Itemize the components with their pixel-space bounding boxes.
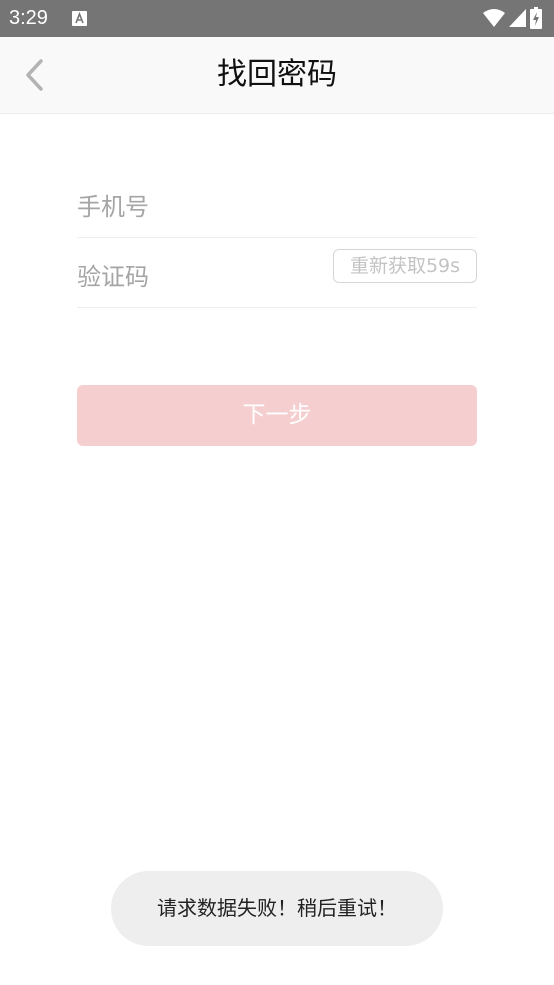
- phone-input[interactable]: [77, 187, 317, 227]
- battery-charging-icon: [530, 7, 542, 29]
- page-title: 找回密码: [217, 57, 337, 92]
- signal-icon: [509, 9, 526, 27]
- status-icons: [483, 7, 542, 29]
- header: 找回密码: [0, 37, 554, 114]
- resend-code-button[interactable]: 重新获取59s: [333, 249, 477, 283]
- code-field: 重新获取59s: [77, 237, 477, 308]
- code-input[interactable]: [77, 257, 317, 297]
- status-time: 3:29: [9, 7, 48, 29]
- toast-message: 请求数据失败！稍后重试！: [111, 871, 443, 946]
- a-icon: [72, 11, 87, 26]
- next-button[interactable]: 下一步: [77, 385, 477, 446]
- phone-field: [77, 167, 477, 238]
- wifi-icon: [483, 9, 505, 27]
- status-bar: 3:29: [0, 0, 554, 37]
